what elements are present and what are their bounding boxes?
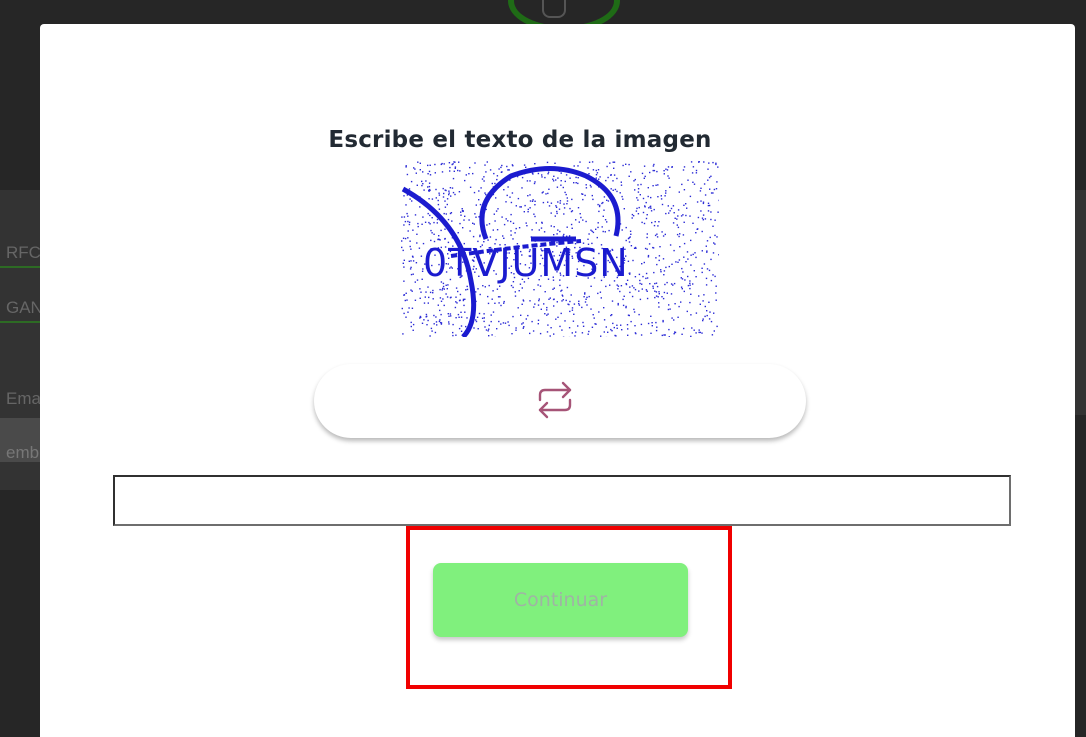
logo-inner-icon bbox=[542, 0, 566, 18]
captcha-input[interactable] bbox=[113, 475, 1011, 526]
bg-label-email: Ema bbox=[6, 389, 41, 408]
bg-label-rfc: RFC bbox=[6, 243, 41, 262]
bg-label-gan: GAN bbox=[6, 298, 43, 317]
bg-underline bbox=[0, 321, 40, 323]
refresh-arrows-icon[interactable] bbox=[534, 378, 576, 422]
modal-title: Escribe el texto de la imagen bbox=[328, 127, 712, 153]
captcha-image: 0TVJUMSN bbox=[401, 161, 719, 337]
bg-underline bbox=[0, 266, 40, 268]
bg-label-emb: emb bbox=[6, 443, 40, 462]
captcha-svg: 0TVJUMSN bbox=[401, 161, 719, 337]
bg-right-strip bbox=[1075, 190, 1086, 415]
continue-button[interactable]: Continuar bbox=[433, 563, 688, 637]
